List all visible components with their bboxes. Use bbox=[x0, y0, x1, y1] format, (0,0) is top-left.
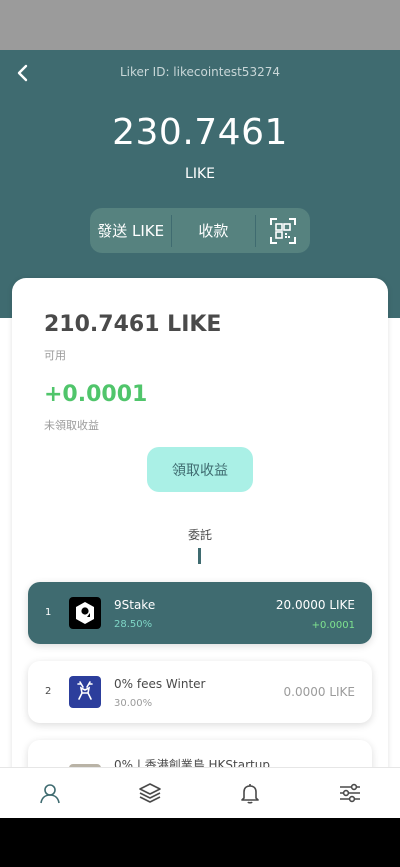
status-bar bbox=[0, 0, 400, 50]
settings-sliders-icon bbox=[340, 783, 360, 803]
validator-rank: 2 bbox=[45, 686, 52, 697]
validator-delegated-amount: 20.0000 LIKE bbox=[275, 598, 355, 612]
pending-reward-amount: +0.0001 bbox=[44, 382, 148, 407]
winter-deer-logo bbox=[69, 676, 101, 708]
liker-id: Liker ID: likecointest53274 bbox=[120, 65, 280, 79]
nav-notifications[interactable] bbox=[220, 768, 280, 818]
validator-rate: 28.50% bbox=[114, 619, 153, 630]
total-balance: 230.7461 bbox=[112, 112, 288, 153]
validator-delegated-amount: 0.0000 LIKE bbox=[283, 685, 355, 699]
system-nav-bar bbox=[0, 818, 400, 867]
receive-button[interactable]: 收款 bbox=[172, 208, 254, 253]
balance-unit: LIKE bbox=[185, 166, 215, 182]
delegation-title: 委託 bbox=[187, 528, 212, 542]
available-amount: 210.7461 LIKE bbox=[44, 312, 222, 337]
action-pill: 發送 LIKE 收款 bbox=[90, 208, 310, 253]
nav-settings[interactable] bbox=[320, 768, 380, 818]
layers-icon bbox=[139, 783, 161, 803]
send-like-button[interactable]: 發送 LIKE bbox=[90, 208, 171, 253]
validator-rank: 1 bbox=[45, 607, 52, 618]
bell-icon bbox=[241, 784, 259, 804]
qr-scan-button[interactable] bbox=[255, 208, 310, 253]
nav-profile[interactable] bbox=[20, 768, 80, 818]
validator-rate: 30.00% bbox=[114, 698, 153, 709]
available-label: 可用 bbox=[44, 349, 66, 362]
validator-row[interactable]: 2 0% fees Winter 30.00% 0.0000 LIKE bbox=[28, 661, 372, 723]
claim-reward-button[interactable]: 領取收益 bbox=[147, 447, 253, 492]
9stake-logo bbox=[69, 597, 101, 629]
validator-name: 9Stake bbox=[114, 598, 156, 612]
validator-reward: +0.0001 bbox=[311, 620, 355, 631]
validator-name: 0% fees Winter bbox=[114, 677, 206, 691]
delegation-indicator bbox=[198, 548, 201, 564]
nav-layers[interactable] bbox=[120, 768, 180, 818]
profile-icon bbox=[40, 784, 60, 804]
bottom-nav bbox=[0, 767, 400, 818]
pending-reward-label: 未領取收益 bbox=[44, 419, 99, 432]
qr-scan-icon bbox=[269, 217, 296, 244]
validator-row[interactable]: 1 9Stake 28.50% 20.0000 LIKE +0.0001 bbox=[28, 582, 372, 644]
